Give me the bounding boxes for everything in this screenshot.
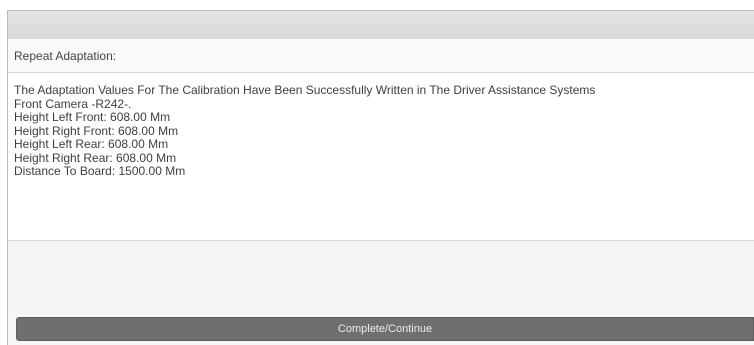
complete-continue-button[interactable]: Complete/Continue — [16, 317, 754, 341]
header-row: Repeat Adaptation: — [8, 39, 754, 73]
message-line-camera: Front Camera -R242-. — [14, 96, 132, 111]
height-left-front-value: Height Left Front: 608.00 Mm — [14, 110, 171, 124]
repeat-adaptation-label: Repeat Adaptation: — [14, 49, 117, 63]
message-text: The Adaptation Values For The Calibratio… — [14, 83, 754, 179]
empty-content-area — [8, 241, 754, 314]
height-left-rear-value: Height Left Rear: 608.00 Mm — [14, 137, 169, 151]
height-right-front-value: Height Right Front: 608.00 Mm — [14, 123, 179, 138]
height-right-rear-value: Height Right Rear: 608.00 Mm — [14, 150, 177, 165]
message-panel: The Adaptation Values For The Calibratio… — [8, 73, 754, 241]
adaptation-dialog: Repeat Adaptation: The Adaptation Values… — [7, 10, 754, 345]
title-bar — [8, 11, 754, 40]
message-line-intro: The Adaptation Values For The Calibratio… — [14, 83, 596, 97]
distance-to-board-value: Distance To Board: 1500.00 Mm — [14, 164, 186, 178]
